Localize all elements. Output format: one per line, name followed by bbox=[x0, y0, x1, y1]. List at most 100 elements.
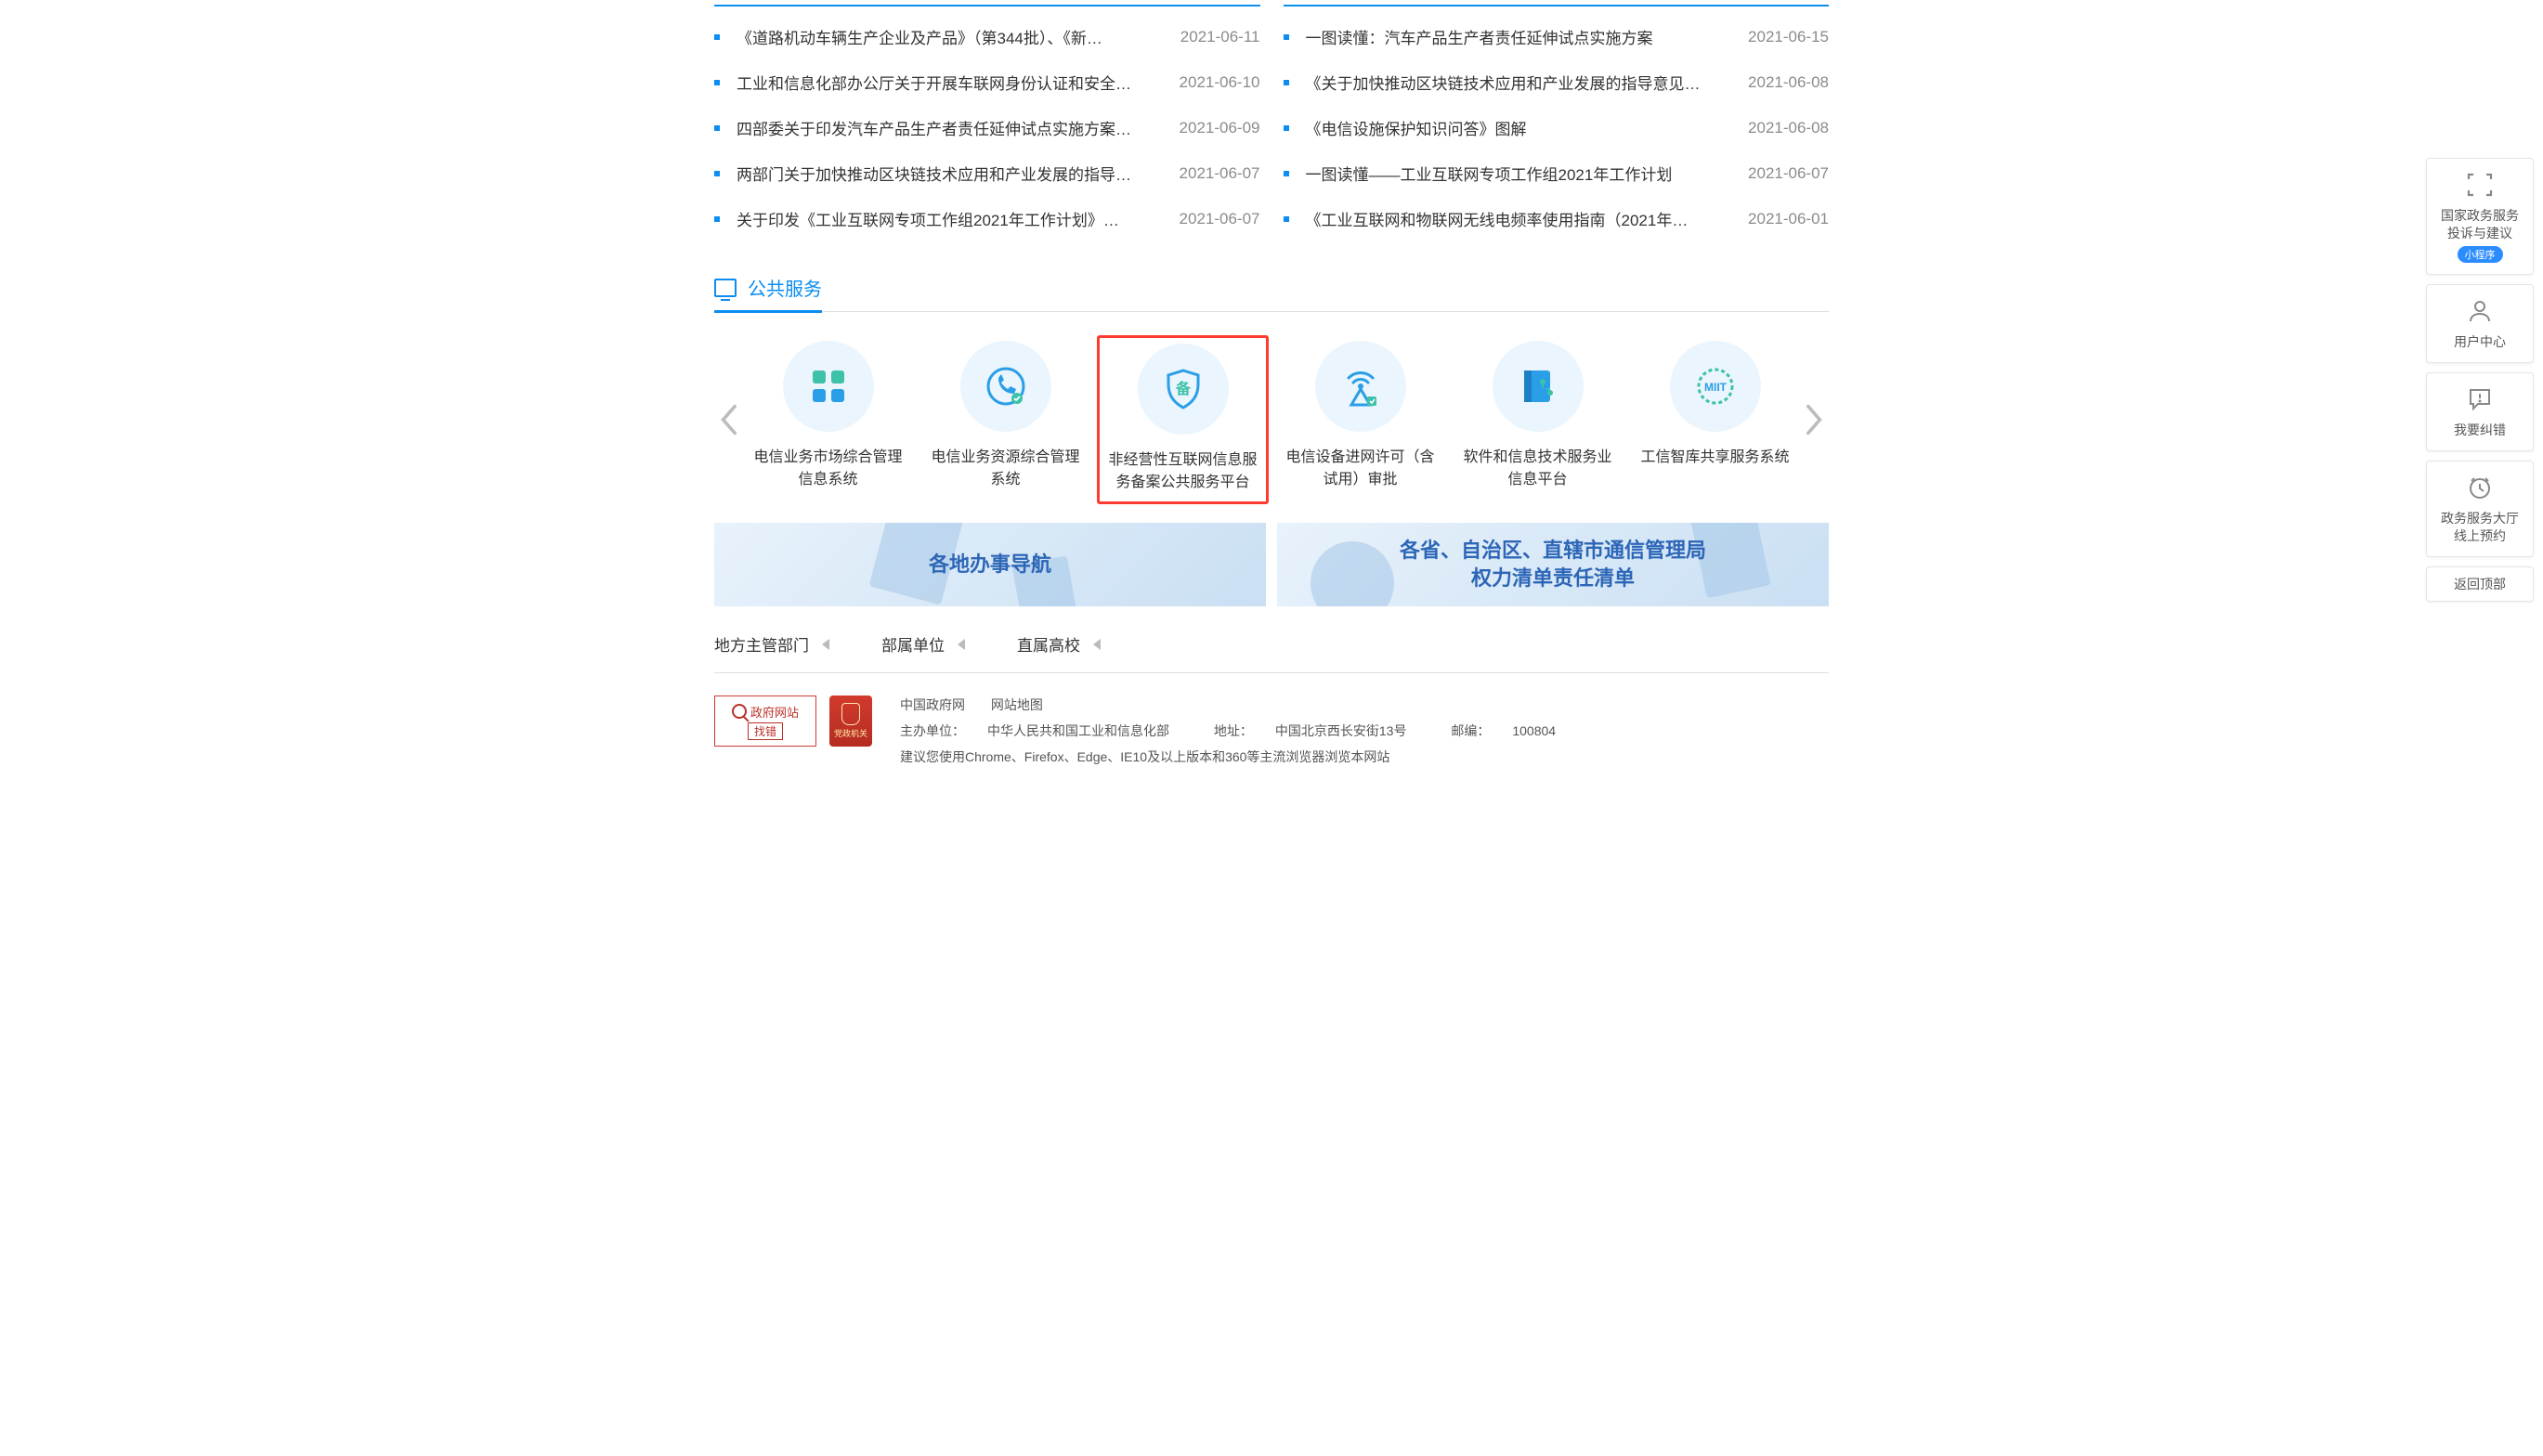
bottom-link[interactable]: 直属高校 bbox=[1017, 632, 1101, 656]
chevron-left-icon bbox=[718, 403, 738, 436]
news-title: 两部门关于加快推动区块链技术应用和产业发展的指导… bbox=[737, 162, 1167, 185]
service-icon bbox=[1315, 341, 1406, 432]
public-service-title: 公共服务 bbox=[748, 274, 822, 301]
service-card[interactable]: 备非经营性互联网信息服务备案公共服务平台 bbox=[1097, 335, 1269, 504]
footer: 政府网站 找错 党政机关 中国政府网 网站地图 主办单位：中华人民共和国工业和信… bbox=[714, 673, 1829, 783]
service-card[interactable]: MIIT 工信智库共享服务系统 bbox=[1629, 335, 1801, 504]
news-item[interactable]: 一图读懂：汽车产品生产者责任延伸试点实施方案 2021-06-15 bbox=[1284, 14, 1830, 59]
news-date: 2021-06-08 bbox=[1748, 119, 1829, 137]
bullet-icon bbox=[1284, 80, 1289, 85]
footer-zip-label: 邮编： bbox=[1451, 723, 1490, 738]
chat-alert-icon bbox=[2467, 387, 2493, 411]
chevron-right-icon bbox=[1805, 403, 1825, 436]
news-item[interactable]: 《道路机动车辆生产企业及产品》（第344批）、《新… 2021-06-11 bbox=[714, 14, 1260, 59]
svg-text:MIIT: MIIT bbox=[1704, 381, 1728, 394]
triangle-left-icon bbox=[1093, 639, 1101, 650]
service-icon: 备 bbox=[1138, 344, 1229, 435]
news-item[interactable]: 工业和信息化部办公厅关于开展车联网身份认证和安全…2021-06-10 bbox=[714, 59, 1260, 105]
news-item[interactable]: 《电信设施保护知识问答》图解 2021-06-08 bbox=[1284, 105, 1830, 150]
bullet-icon bbox=[714, 216, 720, 222]
bullet-icon bbox=[1284, 34, 1289, 40]
banner-row: 各地办事导航 各省、自治区、直辖市通信管理局权力清单责任清单 bbox=[714, 523, 1829, 606]
news-item[interactable]: 四部委关于印发汽车产品生产者责任延伸试点实施方案… 2021-06-09 bbox=[714, 105, 1260, 150]
bullet-icon bbox=[1284, 125, 1289, 131]
back-to-top-button[interactable]: 返回顶部 bbox=[2426, 566, 2534, 602]
news-column-right: 一图读懂：汽车产品生产者责任延伸试点实施方案 2021-06-15 《关于加快推动区… bbox=[1284, 5, 1830, 241]
footer-host-value: 中华人民共和国工业和信息化部 bbox=[987, 723, 1169, 738]
triangle-left-icon bbox=[822, 639, 829, 650]
news-item[interactable]: 一图读懂——工业互联网专项工作组2021年工作计划 2021-06-07 bbox=[1284, 150, 1830, 196]
banner-local-services[interactable]: 各地办事导航 bbox=[714, 523, 1266, 606]
news-date: 2021-06-10 bbox=[1180, 73, 1260, 92]
service-label: 工信智库共享服务系统 bbox=[1633, 447, 1797, 469]
side-report-error[interactable]: 我要纠错 bbox=[2426, 372, 2534, 451]
news-title: 一图读懂：汽车产品生产者责任延伸试点实施方案 bbox=[1306, 25, 1736, 48]
bottom-link-label: 部属单位 bbox=[881, 632, 945, 656]
scan-icon bbox=[2466, 172, 2494, 198]
clock-icon bbox=[2467, 474, 2493, 500]
bullet-icon bbox=[1284, 216, 1289, 222]
footer-addr: 中国北京西长安街13号 bbox=[1275, 723, 1407, 738]
news-date: 2021-06-11 bbox=[1180, 28, 1260, 46]
news-date: 2021-06-07 bbox=[1748, 164, 1829, 183]
news-date: 2021-06-15 bbox=[1748, 28, 1829, 46]
news-date: 2021-06-07 bbox=[1180, 210, 1260, 228]
banner-left-text: 各地办事导航 bbox=[929, 551, 1051, 578]
mini-program-badge: 小程序 bbox=[2458, 246, 2503, 263]
service-label: 电信业务市场综合管理信息系统 bbox=[746, 447, 910, 491]
bottom-link[interactable]: 地方主管部门 bbox=[714, 632, 829, 656]
footer-addr-label: 地址： bbox=[1214, 723, 1253, 738]
bottom-link[interactable]: 部属单位 bbox=[881, 632, 965, 656]
side-appointment[interactable]: 政务服务大厅 线上预约 bbox=[2426, 461, 2534, 557]
bullet-icon bbox=[1284, 171, 1289, 176]
footer-badges: 政府网站 找错 党政机关 bbox=[714, 696, 872, 774]
footer-browser-note: 建议您使用Chrome、Firefox、Edge、IE10及以上版本和360等主… bbox=[900, 748, 1829, 766]
news-item[interactable]: 《关于加快推动区块链技术应用和产业发展的指导意见…2021-06-08 bbox=[1284, 59, 1830, 105]
service-icon: MIIT bbox=[1670, 341, 1761, 432]
news-title: 关于印发《工业互联网专项工作组2021年工作计划》… bbox=[737, 207, 1167, 230]
party-gov-badge[interactable]: 党政机关 bbox=[829, 696, 872, 747]
news-date: 2021-06-09 bbox=[1180, 119, 1260, 137]
news-column-left: 《道路机动车辆生产企业及产品》（第344批）、《新… 2021-06-11 工业和信… bbox=[714, 5, 1260, 241]
bullet-icon bbox=[714, 171, 720, 176]
service-icon bbox=[960, 341, 1051, 432]
service-label: 非经营性互联网信息服务备案公共服务平台 bbox=[1103, 449, 1262, 494]
news-date: 2021-06-01 bbox=[1748, 210, 1829, 228]
service-card[interactable]: 电信业务资源综合管理系统 bbox=[919, 335, 1091, 504]
footer-link-sitemap[interactable]: 网站地图 bbox=[991, 697, 1043, 712]
news-title: 《工业互联网和物联网无线电频率使用指南（2021年… bbox=[1306, 207, 1736, 230]
news-item[interactable]: 两部门关于加快推动区块链技术应用和产业发展的指导… 2021-06-07 bbox=[714, 150, 1260, 196]
news-title: 四部委关于印发汽车产品生产者责任延伸试点实施方案… bbox=[737, 116, 1167, 139]
news-title: 一图读懂——工业互联网专项工作组2021年工作计划 bbox=[1306, 162, 1736, 185]
bottom-links: 地方主管部门 部属单位 直属高校 bbox=[714, 606, 1829, 673]
service-card[interactable]: 电信设备进网许可（含试用）审批 bbox=[1274, 335, 1446, 504]
gov-site-error-badge[interactable]: 政府网站 找错 bbox=[714, 696, 816, 747]
service-label: 软件和信息技术服务业信息平台 bbox=[1455, 447, 1620, 491]
side-panel: 国家政务服务 投诉与建议 小程序 用户中心 我要纠错 政务服务大厅 线上预约 返… bbox=[2426, 158, 2534, 602]
footer-text: 中国政府网 网站地图 主办单位：中华人民共和国工业和信息化部 地址：中国北京西长… bbox=[900, 696, 1829, 774]
service-list: 电信业务市场综合管理信息系统电信业务资源综合管理系统备非经营性互联网信息服务备案… bbox=[742, 335, 1801, 504]
news-item[interactable]: 关于印发《工业互联网专项工作组2021年工作计划》… 2021-06-07 bbox=[714, 196, 1260, 241]
service-card[interactable]: 电信业务市场综合管理信息系统 bbox=[742, 335, 914, 504]
side-user-center[interactable]: 用户中心 bbox=[2426, 284, 2534, 363]
bullet-icon bbox=[714, 34, 720, 40]
news-title: 《道路机动车辆生产企业及产品》（第344批）、《新… bbox=[737, 25, 1167, 48]
carousel-prev-button[interactable] bbox=[714, 396, 742, 443]
bottom-link-label: 地方主管部门 bbox=[714, 632, 809, 656]
triangle-left-icon bbox=[958, 639, 965, 650]
carousel-next-button[interactable] bbox=[1801, 396, 1829, 443]
footer-link-gov[interactable]: 中国政府网 bbox=[900, 697, 965, 712]
service-label: 电信业务资源综合管理系统 bbox=[923, 447, 1088, 491]
bullet-icon bbox=[714, 80, 720, 85]
news-date: 2021-06-08 bbox=[1748, 73, 1829, 92]
service-card[interactable]: 软件和信息技术服务业信息平台 bbox=[1452, 335, 1624, 504]
bullet-icon bbox=[714, 125, 720, 131]
news-date: 2021-06-07 bbox=[1180, 164, 1260, 183]
service-label: 电信设备进网许可（含试用）审批 bbox=[1278, 447, 1442, 491]
banner-authority-list[interactable]: 各省、自治区、直辖市通信管理局权力清单责任清单 bbox=[1277, 523, 1829, 606]
news-title: 《电信设施保护知识问答》图解 bbox=[1306, 116, 1736, 139]
side-complaint-card[interactable]: 国家政务服务 投诉与建议 小程序 bbox=[2426, 158, 2534, 275]
news-columns: 《道路机动车辆生产企业及产品》（第344批）、《新… 2021-06-11 工业和信… bbox=[714, 5, 1829, 241]
service-carousel: 电信业务市场综合管理信息系统电信业务资源综合管理系统备非经营性互联网信息服务备案… bbox=[714, 335, 1829, 504]
news-item[interactable]: 《工业互联网和物联网无线电频率使用指南（2021年… 2021-06-01 bbox=[1284, 196, 1830, 241]
